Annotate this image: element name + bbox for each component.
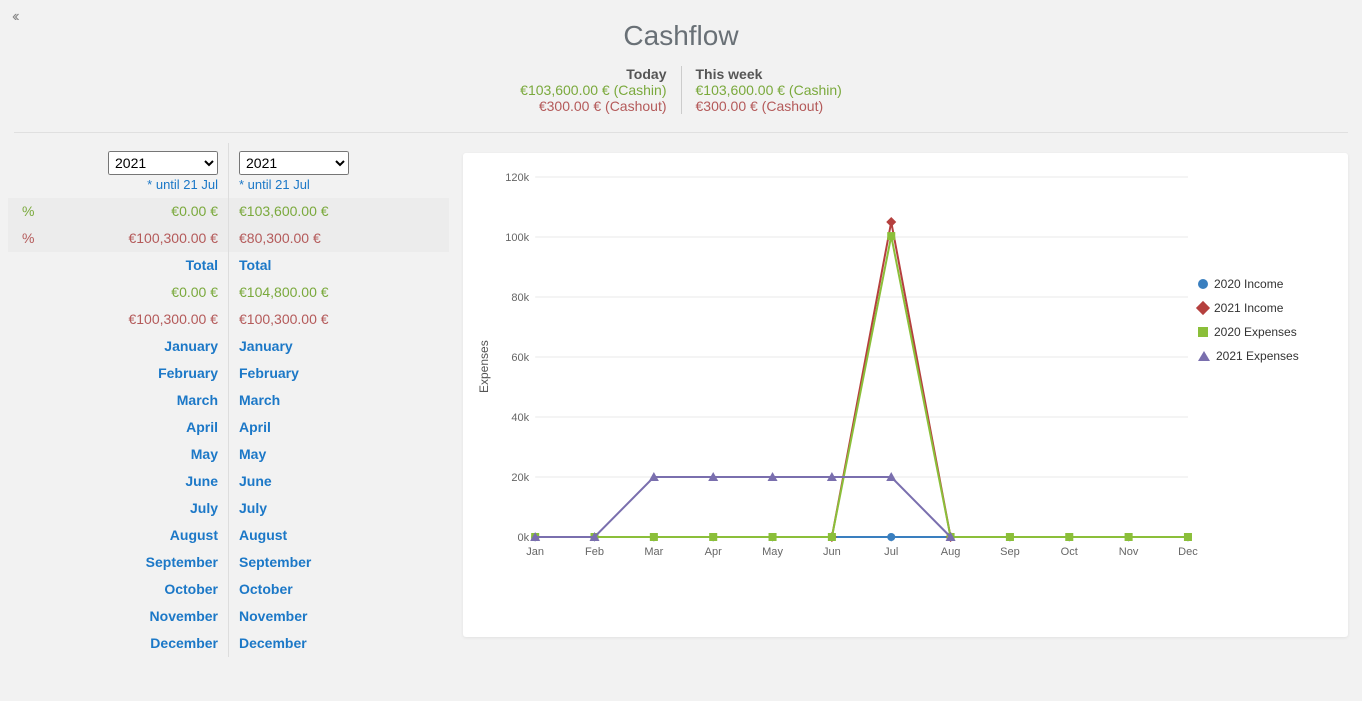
total-income-0: €0.00 € <box>8 279 228 306</box>
legend-label: 2021 Expenses <box>1216 349 1299 363</box>
legend-item[interactable]: 2021 Expenses <box>1198 349 1338 363</box>
until-note-0: * until 21 Jul <box>8 175 228 198</box>
legend-label: 2020 Income <box>1214 277 1283 291</box>
total-expense-0: €100,300.00 € <box>8 306 228 333</box>
svg-text:40k: 40k <box>511 412 529 424</box>
month-link-1-0[interactable]: January <box>229 333 449 360</box>
chart-y-label: Expenses <box>473 167 495 567</box>
total-label-1: Total <box>229 252 449 279</box>
svg-text:Jun: Jun <box>823 546 841 558</box>
summary-today-label: Today <box>520 66 666 82</box>
svg-text:120k: 120k <box>505 172 529 184</box>
legend-swatch <box>1198 351 1210 361</box>
period-expense-0: %€100,300.00 € <box>8 225 228 252</box>
month-link-0-9[interactable]: October <box>8 576 228 603</box>
period-income-1: €103,600.00 € <box>229 198 449 225</box>
legend-item[interactable]: 2020 Expenses <box>1198 325 1338 339</box>
month-link-1-7[interactable]: August <box>229 522 449 549</box>
period-income-0: %€0.00 € <box>8 198 228 225</box>
svg-text:Nov: Nov <box>1119 546 1139 558</box>
year-select-1[interactable]: 2021 <box>239 151 349 175</box>
summary-week-cashin: €103,600.00 € (Cashin) <box>696 82 842 98</box>
summary-today-cashout: €300.00 € (Cashout) <box>520 98 666 114</box>
month-link-0-0[interactable]: January <box>8 333 228 360</box>
month-link-0-8[interactable]: September <box>8 549 228 576</box>
legend-swatch <box>1196 301 1210 315</box>
svg-text:Feb: Feb <box>585 546 604 558</box>
total-income-1: €104,800.00 € <box>229 279 449 306</box>
page-title: Cashflow <box>0 20 1362 52</box>
period-expense-1: €80,300.00 € <box>229 225 449 252</box>
legend-label: 2021 Income <box>1214 301 1283 315</box>
month-link-1-9[interactable]: October <box>229 576 449 603</box>
summary-week-cashout: €300.00 € (Cashout) <box>696 98 842 114</box>
svg-text:Jul: Jul <box>884 546 898 558</box>
month-link-1-8[interactable]: September <box>229 549 449 576</box>
svg-text:Jan: Jan <box>526 546 544 558</box>
summary-today-cashin: €103,600.00 € (Cashin) <box>520 82 666 98</box>
cashflow-chart-card: Expenses 0k 20k 40k 60k 80k 100k 120k Jan Feb Mar… <box>463 153 1348 637</box>
month-link-0-1[interactable]: February <box>8 360 228 387</box>
month-link-0-10[interactable]: November <box>8 603 228 630</box>
chart-legend: 2020 Income 2021 Income 2020 Expenses 20… <box>1198 167 1338 567</box>
comparison-columns: 2021 * until 21 Jul %€0.00 € %€100,300.0… <box>0 143 449 657</box>
month-link-0-4[interactable]: May <box>8 441 228 468</box>
month-link-1-1[interactable]: February <box>229 360 449 387</box>
legend-swatch <box>1198 327 1208 337</box>
cashflow-chart: 0k 20k 40k 60k 80k 100k 120k Jan Feb Mar Apr May Jun… <box>495 167 1198 567</box>
month-link-0-2[interactable]: March <box>8 387 228 414</box>
month-link-1-6[interactable]: July <box>229 495 449 522</box>
month-link-1-2[interactable]: March <box>229 387 449 414</box>
month-link-0-6[interactable]: July <box>8 495 228 522</box>
month-link-0-7[interactable]: August <box>8 522 228 549</box>
collapse-icon[interactable]: ‹‹ <box>12 8 17 26</box>
month-link-0-11[interactable]: December <box>8 630 228 657</box>
month-link-1-4[interactable]: May <box>229 441 449 468</box>
month-link-1-11[interactable]: December <box>229 630 449 657</box>
svg-text:May: May <box>762 546 783 558</box>
divider <box>14 132 1348 133</box>
month-link-1-5[interactable]: June <box>229 468 449 495</box>
svg-text:Mar: Mar <box>644 546 663 558</box>
svg-text:Aug: Aug <box>941 546 961 558</box>
month-link-0-5[interactable]: June <box>8 468 228 495</box>
svg-text:Oct: Oct <box>1061 546 1078 558</box>
svg-text:20k: 20k <box>511 472 529 484</box>
summary-week-label: This week <box>696 66 842 82</box>
svg-text:80k: 80k <box>511 292 529 304</box>
year-select-0[interactable]: 2021 <box>108 151 218 175</box>
month-link-0-3[interactable]: April <box>8 414 228 441</box>
svg-text:0k: 0k <box>517 532 529 544</box>
month-link-1-10[interactable]: November <box>229 603 449 630</box>
cashflow-summary: Today €103,600.00 € (Cashin) €300.00 € (… <box>0 66 1362 114</box>
svg-text:Apr: Apr <box>705 546 723 558</box>
legend-item[interactable]: 2020 Income <box>1198 277 1338 291</box>
legend-swatch <box>1198 279 1208 289</box>
month-link-1-3[interactable]: April <box>229 414 449 441</box>
until-note-1: * until 21 Jul <box>229 175 449 198</box>
svg-text:100k: 100k <box>505 232 529 244</box>
total-label-0: Total <box>8 252 228 279</box>
svg-text:Dec: Dec <box>1178 546 1198 558</box>
legend-label: 2020 Expenses <box>1214 325 1297 339</box>
svg-text:Sep: Sep <box>1000 546 1020 558</box>
svg-text:60k: 60k <box>511 352 529 364</box>
total-expense-1: €100,300.00 € <box>229 306 449 333</box>
legend-item[interactable]: 2021 Income <box>1198 301 1338 315</box>
